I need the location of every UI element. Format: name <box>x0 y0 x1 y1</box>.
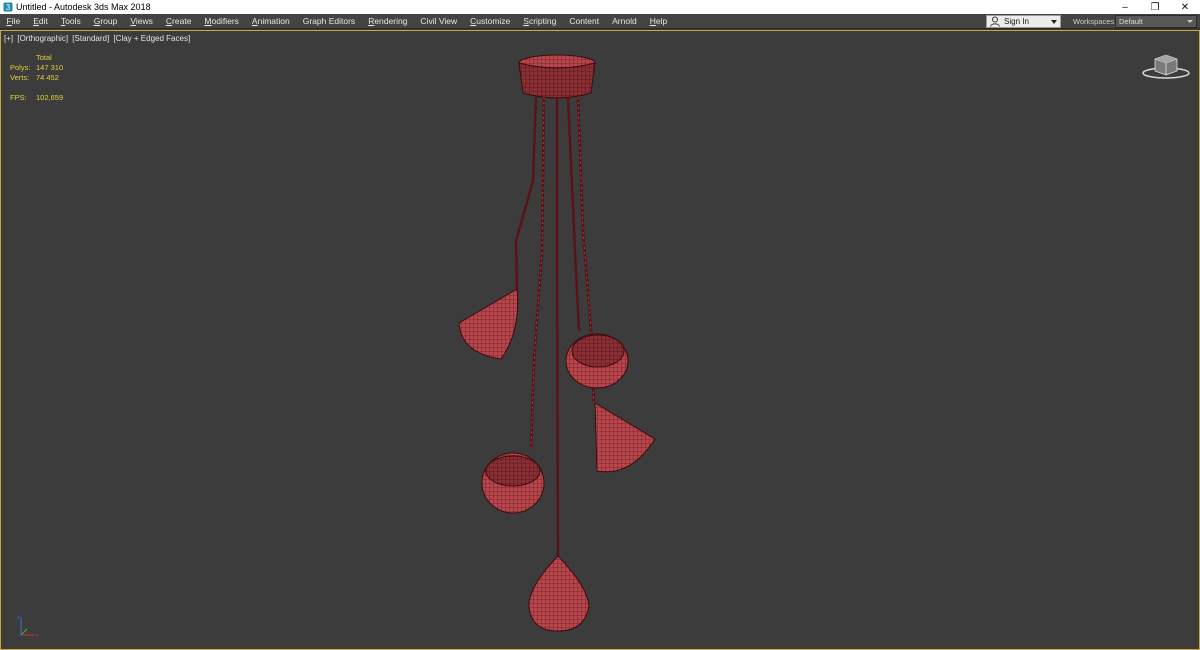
window-title: Untitled - Autodesk 3ds Max 2018 <box>16 2 151 12</box>
menu-label: iews <box>135 16 153 26</box>
fps-value: 102,659 <box>36 93 64 102</box>
menu-mnemonic: M <box>204 16 212 26</box>
menu-label: cripting <box>528 16 557 26</box>
menu-bar: File Edit Tools Group Views Create Modifiers An… <box>0 14 1200 29</box>
svg-text:3: 3 <box>6 3 11 12</box>
menu-item-modifiers[interactable]: Modifiers <box>198 14 246 29</box>
title-bar: 3 Untitled - Autodesk 3ds Max 2018 – ❐ ✕ <box>0 0 1200 14</box>
workspaces-value: Default <box>1119 17 1143 26</box>
polys-value: 147 310 <box>36 63 64 72</box>
menu-label: odifiers <box>211 16 239 26</box>
viewport-menu-label[interactable]: [+] <box>4 34 13 43</box>
viewport-display-mode-label[interactable]: [Clay + Edged Faces] <box>113 34 190 43</box>
svg-text:z: z <box>17 615 20 621</box>
lamp-shade[interactable] <box>458 288 519 360</box>
workspaces-label: Workspaces: <box>1073 17 1117 26</box>
menu-item-arnold[interactable]: Arnold <box>606 14 644 29</box>
lamp-shade[interactable] <box>481 452 545 514</box>
viewport-shading-preset-label[interactable]: [Standard] <box>72 34 109 43</box>
menu-item-customize[interactable]: Customize <box>464 14 517 29</box>
perspective-viewport[interactable]: [+] [Orthographic] [Standard] [Clay + Ed… <box>0 30 1200 650</box>
lamp-shade[interactable] <box>594 402 656 473</box>
menu-label: dit <box>38 16 48 26</box>
verts-value: 74 452 <box>36 73 59 82</box>
app-icon[interactable]: 3 <box>3 2 13 12</box>
menu-label: ustomize <box>476 16 511 26</box>
menu-item-rendering[interactable]: Rendering <box>362 14 414 29</box>
window-controls: – ❐ ✕ <box>1110 0 1200 14</box>
menu-item-edit[interactable]: Edit <box>27 14 55 29</box>
menu-label: Graph Editors <box>302 16 356 26</box>
viewcube-icon[interactable] <box>1141 51 1191 81</box>
main-menu: File Edit Tools Group Views Create Modifiers An… <box>0 14 674 29</box>
menu-item-animation[interactable]: Animation <box>245 14 296 29</box>
canopy[interactable] <box>518 54 596 99</box>
menu-label: ools <box>65 16 81 26</box>
menu-label: Civil View <box>420 16 458 26</box>
user-icon <box>990 16 1000 27</box>
menu-label: Arnold <box>612 16 637 26</box>
menu-label: elp <box>655 16 668 26</box>
viewport-pov-label[interactable]: [Orthographic] <box>17 34 68 43</box>
close-icon[interactable]: ✕ <box>1170 0 1200 14</box>
svg-text:x: x <box>36 633 39 639</box>
chandelier-model[interactable] <box>1 31 1200 650</box>
viewport-label[interactable]: [+] [Orthographic] [Standard] [Clay + Ed… <box>4 34 192 43</box>
menu-item-civil-view[interactable]: Civil View <box>414 14 464 29</box>
chevron-down-icon <box>1187 20 1193 23</box>
menu-label: reate <box>172 16 192 26</box>
lamp-shade[interactable] <box>565 333 629 389</box>
menu-item-create[interactable]: Create <box>159 14 198 29</box>
menu-label: Content <box>569 16 600 26</box>
menu-item-scripting[interactable]: Scripting <box>517 14 563 29</box>
sign-in-label: Sign In <box>1004 17 1029 26</box>
polys-label: Polys: <box>10 63 31 72</box>
scene-statistics: Total Polys: 147 310 Verts: 74 452 FPS: 102… <box>10 53 63 103</box>
menu-item-tools[interactable]: Tools <box>54 14 87 29</box>
fps-label: FPS: <box>10 93 27 102</box>
lamp-shade[interactable] <box>528 555 590 632</box>
minimize-icon[interactable]: – <box>1110 0 1140 14</box>
axis-tripod-icon: z x <box>17 615 39 639</box>
chevron-down-icon <box>1051 19 1057 24</box>
menu-item-graph-editors[interactable]: Graph Editors <box>296 14 361 29</box>
workspaces-dropdown[interactable]: Default <box>1115 15 1197 28</box>
menu-label: nimation <box>257 16 290 26</box>
menu-label: ile <box>11 16 21 26</box>
menu-label: roup <box>100 16 118 26</box>
menu-label: endering <box>374 16 408 26</box>
menu-item-group[interactable]: Group <box>87 14 124 29</box>
sign-in-button[interactable]: Sign In <box>986 15 1061 28</box>
menu-item-file[interactable]: File <box>0 14 27 29</box>
menu-item-views[interactable]: Views <box>124 14 160 29</box>
menu-item-help[interactable]: Help <box>643 14 673 29</box>
stats-header: Total <box>36 53 52 62</box>
verts-label: Verts: <box>10 73 30 82</box>
restore-icon[interactable]: ❐ <box>1140 0 1170 14</box>
menu-item-content[interactable]: Content <box>563 14 606 29</box>
